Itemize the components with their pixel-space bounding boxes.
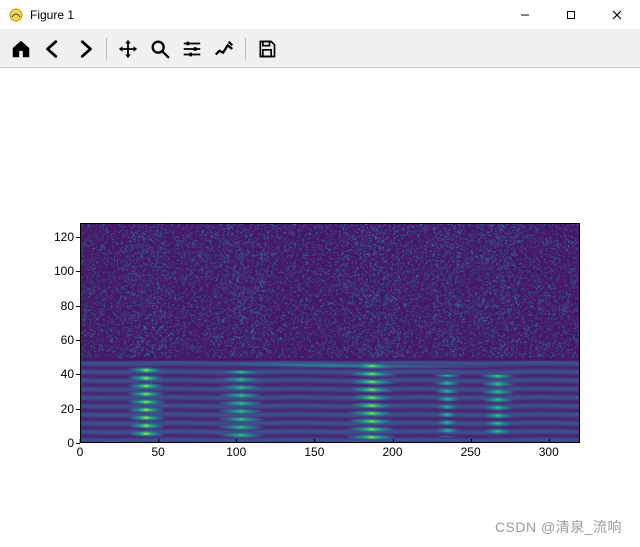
axes[interactable]: 020406080100120 050100150200250300: [80, 223, 580, 443]
y-tick-label: 120: [54, 230, 74, 244]
toolbar-separator: [106, 38, 107, 60]
x-tick-label: 50: [151, 445, 164, 459]
zoom-button[interactable]: [145, 34, 175, 64]
forward-button[interactable]: [70, 34, 100, 64]
x-tick-label: 0: [77, 445, 84, 459]
window-titlebar: Figure 1: [0, 0, 640, 30]
watermark-text: CSDN @清泉_流响: [495, 517, 622, 537]
y-tick-label: 0: [67, 436, 74, 450]
x-tick-label: 200: [382, 445, 402, 459]
home-button[interactable]: [6, 34, 36, 64]
window-title: Figure 1: [30, 8, 74, 22]
toolbar-separator: [245, 38, 246, 60]
spectrogram-heatmap: [80, 223, 580, 443]
y-tick-label: 20: [61, 402, 74, 416]
y-tick-label: 40: [61, 367, 74, 381]
y-tick-label: 100: [54, 264, 74, 278]
x-tick-label: 300: [539, 445, 559, 459]
configure-subplots-button[interactable]: [177, 34, 207, 64]
close-button[interactable]: [594, 0, 640, 30]
minimize-button[interactable]: [502, 0, 548, 30]
x-tick-label: 250: [461, 445, 481, 459]
x-tick-label: 100: [226, 445, 246, 459]
pan-button[interactable]: [113, 34, 143, 64]
x-axis-ticks: 0 50 100 150 200 250 300: [80, 445, 580, 463]
edit-axis-button[interactable]: [209, 34, 239, 64]
x-tick-label: 150: [304, 445, 324, 459]
maximize-button[interactable]: [548, 0, 594, 30]
y-tick-label: 60: [61, 333, 74, 347]
save-button[interactable]: [252, 34, 282, 64]
app-icon: [8, 7, 24, 23]
y-tick-label: 80: [61, 299, 74, 313]
back-button[interactable]: [38, 34, 68, 64]
y-axis-ticks: 020406080100120: [38, 223, 78, 443]
figure-area: 020406080100120 050100150200250300 CSDN …: [0, 68, 640, 547]
matplotlib-toolbar: [0, 30, 640, 68]
